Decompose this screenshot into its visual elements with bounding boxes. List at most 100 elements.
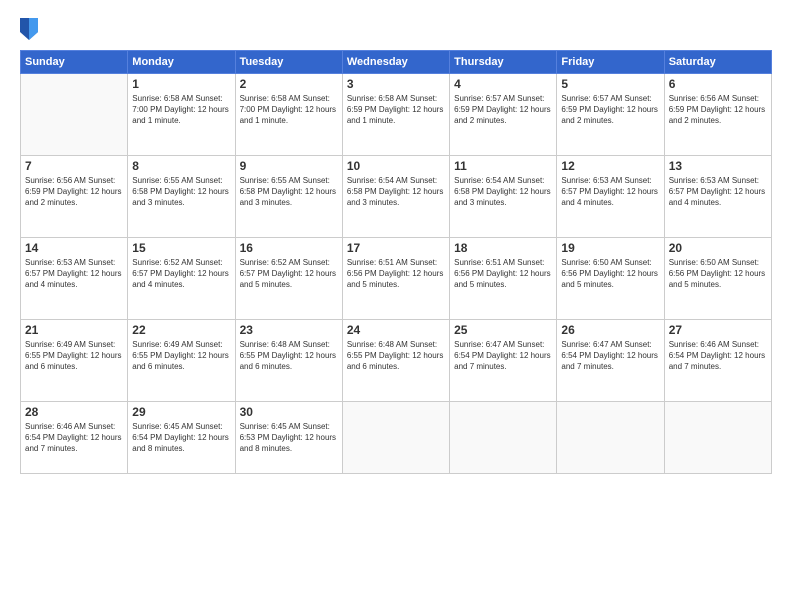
day-cell: 4 Sunrise: 6:57 AM Sunset: 6:59 PM Daylig… <box>450 74 557 156</box>
day-number: 15 <box>132 241 230 255</box>
page: SundayMondayTuesdayWednesdayThursdayFrid… <box>0 0 792 612</box>
day-number: 20 <box>669 241 767 255</box>
day-cell: 6 Sunrise: 6:56 AM Sunset: 6:59 PM Daylig… <box>664 74 771 156</box>
day-info: Sunrise: 6:53 AM Sunset: 6:57 PM Dayligh… <box>561 175 659 209</box>
day-cell: 5 Sunrise: 6:57 AM Sunset: 6:59 PM Daylig… <box>557 74 664 156</box>
day-cell: 28 Sunrise: 6:46 AM Sunset: 6:54 PM Dayli… <box>21 402 128 474</box>
day-cell: 17 Sunrise: 6:51 AM Sunset: 6:56 PM Dayli… <box>342 238 449 320</box>
day-cell: 22 Sunrise: 6:49 AM Sunset: 6:55 PM Dayli… <box>128 320 235 402</box>
day-cell: 30 Sunrise: 6:45 AM Sunset: 6:53 PM Dayli… <box>235 402 342 474</box>
day-info: Sunrise: 6:58 AM Sunset: 7:00 PM Dayligh… <box>132 93 230 127</box>
day-number: 2 <box>240 77 338 91</box>
day-cell: 8Sunrise: 6:55 AM Sunset: 6:58 PM Daylig… <box>128 156 235 238</box>
day-info: Sunrise: 6:46 AM Sunset: 6:54 PM Dayligh… <box>25 421 123 455</box>
week-row-4: 21 Sunrise: 6:49 AM Sunset: 6:55 PM Dayli… <box>21 320 772 402</box>
day-info: Sunrise: 6:54 AM Sunset: 6:58 PM Dayligh… <box>347 175 445 209</box>
day-number: 11 <box>454 159 552 173</box>
day-number: 17 <box>347 241 445 255</box>
day-info: Sunrise: 6:50 AM Sunset: 6:56 PM Dayligh… <box>561 257 659 291</box>
day-number: 25 <box>454 323 552 337</box>
header <box>20 18 772 40</box>
day-info: Sunrise: 6:46 AM Sunset: 6:54 PM Dayligh… <box>669 339 767 373</box>
day-info: Sunrise: 6:57 AM Sunset: 6:59 PM Dayligh… <box>454 93 552 127</box>
day-info: Sunrise: 6:48 AM Sunset: 6:55 PM Dayligh… <box>347 339 445 373</box>
day-info: Sunrise: 6:47 AM Sunset: 6:54 PM Dayligh… <box>561 339 659 373</box>
day-cell: 23 Sunrise: 6:48 AM Sunset: 6:55 PM Dayli… <box>235 320 342 402</box>
logo-icon <box>20 18 38 40</box>
day-info: Sunrise: 6:50 AM Sunset: 6:56 PM Dayligh… <box>669 257 767 291</box>
day-info: Sunrise: 6:49 AM Sunset: 6:55 PM Dayligh… <box>132 339 230 373</box>
day-cell: 19 Sunrise: 6:50 AM Sunset: 6:56 PM Dayli… <box>557 238 664 320</box>
day-number: 27 <box>669 323 767 337</box>
day-number: 22 <box>132 323 230 337</box>
day-cell: 11 Sunrise: 6:54 AM Sunset: 6:58 PM Dayli… <box>450 156 557 238</box>
day-number: 21 <box>25 323 123 337</box>
day-cell: 20 Sunrise: 6:50 AM Sunset: 6:56 PM Dayli… <box>664 238 771 320</box>
col-header-monday: Monday <box>128 51 235 74</box>
day-info: Sunrise: 6:52 AM Sunset: 6:57 PM Dayligh… <box>132 257 230 291</box>
day-cell <box>450 402 557 474</box>
day-cell <box>664 402 771 474</box>
col-header-sunday: Sunday <box>21 51 128 74</box>
day-cell: 2Sunrise: 6:58 AM Sunset: 7:00 PM Daylig… <box>235 74 342 156</box>
day-number: 9 <box>240 159 338 173</box>
day-cell <box>557 402 664 474</box>
day-info: Sunrise: 6:56 AM Sunset: 6:59 PM Dayligh… <box>25 175 123 209</box>
day-cell <box>342 402 449 474</box>
day-number: 8 <box>132 159 230 173</box>
day-info: Sunrise: 6:54 AM Sunset: 6:58 PM Dayligh… <box>454 175 552 209</box>
day-number: 12 <box>561 159 659 173</box>
day-info: Sunrise: 6:57 AM Sunset: 6:59 PM Dayligh… <box>561 93 659 127</box>
day-info: Sunrise: 6:52 AM Sunset: 6:57 PM Dayligh… <box>240 257 338 291</box>
day-cell: 3 Sunrise: 6:58 AM Sunset: 6:59 PM Daylig… <box>342 74 449 156</box>
day-cell: 18Sunrise: 6:51 AM Sunset: 6:56 PM Dayli… <box>450 238 557 320</box>
day-cell: 26Sunrise: 6:47 AM Sunset: 6:54 PM Dayli… <box>557 320 664 402</box>
day-number: 3 <box>347 77 445 91</box>
day-info: Sunrise: 6:45 AM Sunset: 6:54 PM Dayligh… <box>132 421 230 455</box>
day-number: 13 <box>669 159 767 173</box>
day-cell: 15 Sunrise: 6:52 AM Sunset: 6:57 PM Dayli… <box>128 238 235 320</box>
logo <box>20 18 40 40</box>
day-cell: 12 Sunrise: 6:53 AM Sunset: 6:57 PM Dayli… <box>557 156 664 238</box>
day-info: Sunrise: 6:48 AM Sunset: 6:55 PM Dayligh… <box>240 339 338 373</box>
col-header-saturday: Saturday <box>664 51 771 74</box>
day-cell <box>21 74 128 156</box>
col-header-tuesday: Tuesday <box>235 51 342 74</box>
day-number: 19 <box>561 241 659 255</box>
day-cell: 1 Sunrise: 6:58 AM Sunset: 7:00 PM Daylig… <box>128 74 235 156</box>
day-cell: 7 Sunrise: 6:56 AM Sunset: 6:59 PM Daylig… <box>21 156 128 238</box>
header-row: SundayMondayTuesdayWednesdayThursdayFrid… <box>21 51 772 74</box>
week-row-1: 1 Sunrise: 6:58 AM Sunset: 7:00 PM Daylig… <box>21 74 772 156</box>
day-cell: 16 Sunrise: 6:52 AM Sunset: 6:57 PM Dayli… <box>235 238 342 320</box>
day-cell: 21Sunrise: 6:49 AM Sunset: 6:55 PM Dayli… <box>21 320 128 402</box>
day-number: 28 <box>25 405 123 419</box>
day-number: 29 <box>132 405 230 419</box>
day-number: 16 <box>240 241 338 255</box>
calendar: SundayMondayTuesdayWednesdayThursdayFrid… <box>20 50 772 474</box>
day-number: 4 <box>454 77 552 91</box>
day-number: 24 <box>347 323 445 337</box>
day-number: 5 <box>561 77 659 91</box>
day-info: Sunrise: 6:45 AM Sunset: 6:53 PM Dayligh… <box>240 421 338 455</box>
day-number: 6 <box>669 77 767 91</box>
day-info: Sunrise: 6:53 AM Sunset: 6:57 PM Dayligh… <box>669 175 767 209</box>
day-number: 7 <box>25 159 123 173</box>
day-cell: 9 Sunrise: 6:55 AM Sunset: 6:58 PM Daylig… <box>235 156 342 238</box>
col-header-friday: Friday <box>557 51 664 74</box>
day-number: 23 <box>240 323 338 337</box>
day-number: 10 <box>347 159 445 173</box>
day-number: 30 <box>240 405 338 419</box>
day-info: Sunrise: 6:55 AM Sunset: 6:58 PM Dayligh… <box>240 175 338 209</box>
day-cell: 27 Sunrise: 6:46 AM Sunset: 6:54 PM Dayli… <box>664 320 771 402</box>
day-number: 14 <box>25 241 123 255</box>
col-header-thursday: Thursday <box>450 51 557 74</box>
day-cell: 24 Sunrise: 6:48 AM Sunset: 6:55 PM Dayli… <box>342 320 449 402</box>
day-info: Sunrise: 6:51 AM Sunset: 6:56 PM Dayligh… <box>454 257 552 291</box>
day-info: Sunrise: 6:53 AM Sunset: 6:57 PM Dayligh… <box>25 257 123 291</box>
day-number: 1 <box>132 77 230 91</box>
day-cell: 29 Sunrise: 6:45 AM Sunset: 6:54 PM Dayli… <box>128 402 235 474</box>
day-info: Sunrise: 6:51 AM Sunset: 6:56 PM Dayligh… <box>347 257 445 291</box>
day-info: Sunrise: 6:47 AM Sunset: 6:54 PM Dayligh… <box>454 339 552 373</box>
day-info: Sunrise: 6:58 AM Sunset: 6:59 PM Dayligh… <box>347 93 445 127</box>
day-info: Sunrise: 6:56 AM Sunset: 6:59 PM Dayligh… <box>669 93 767 127</box>
